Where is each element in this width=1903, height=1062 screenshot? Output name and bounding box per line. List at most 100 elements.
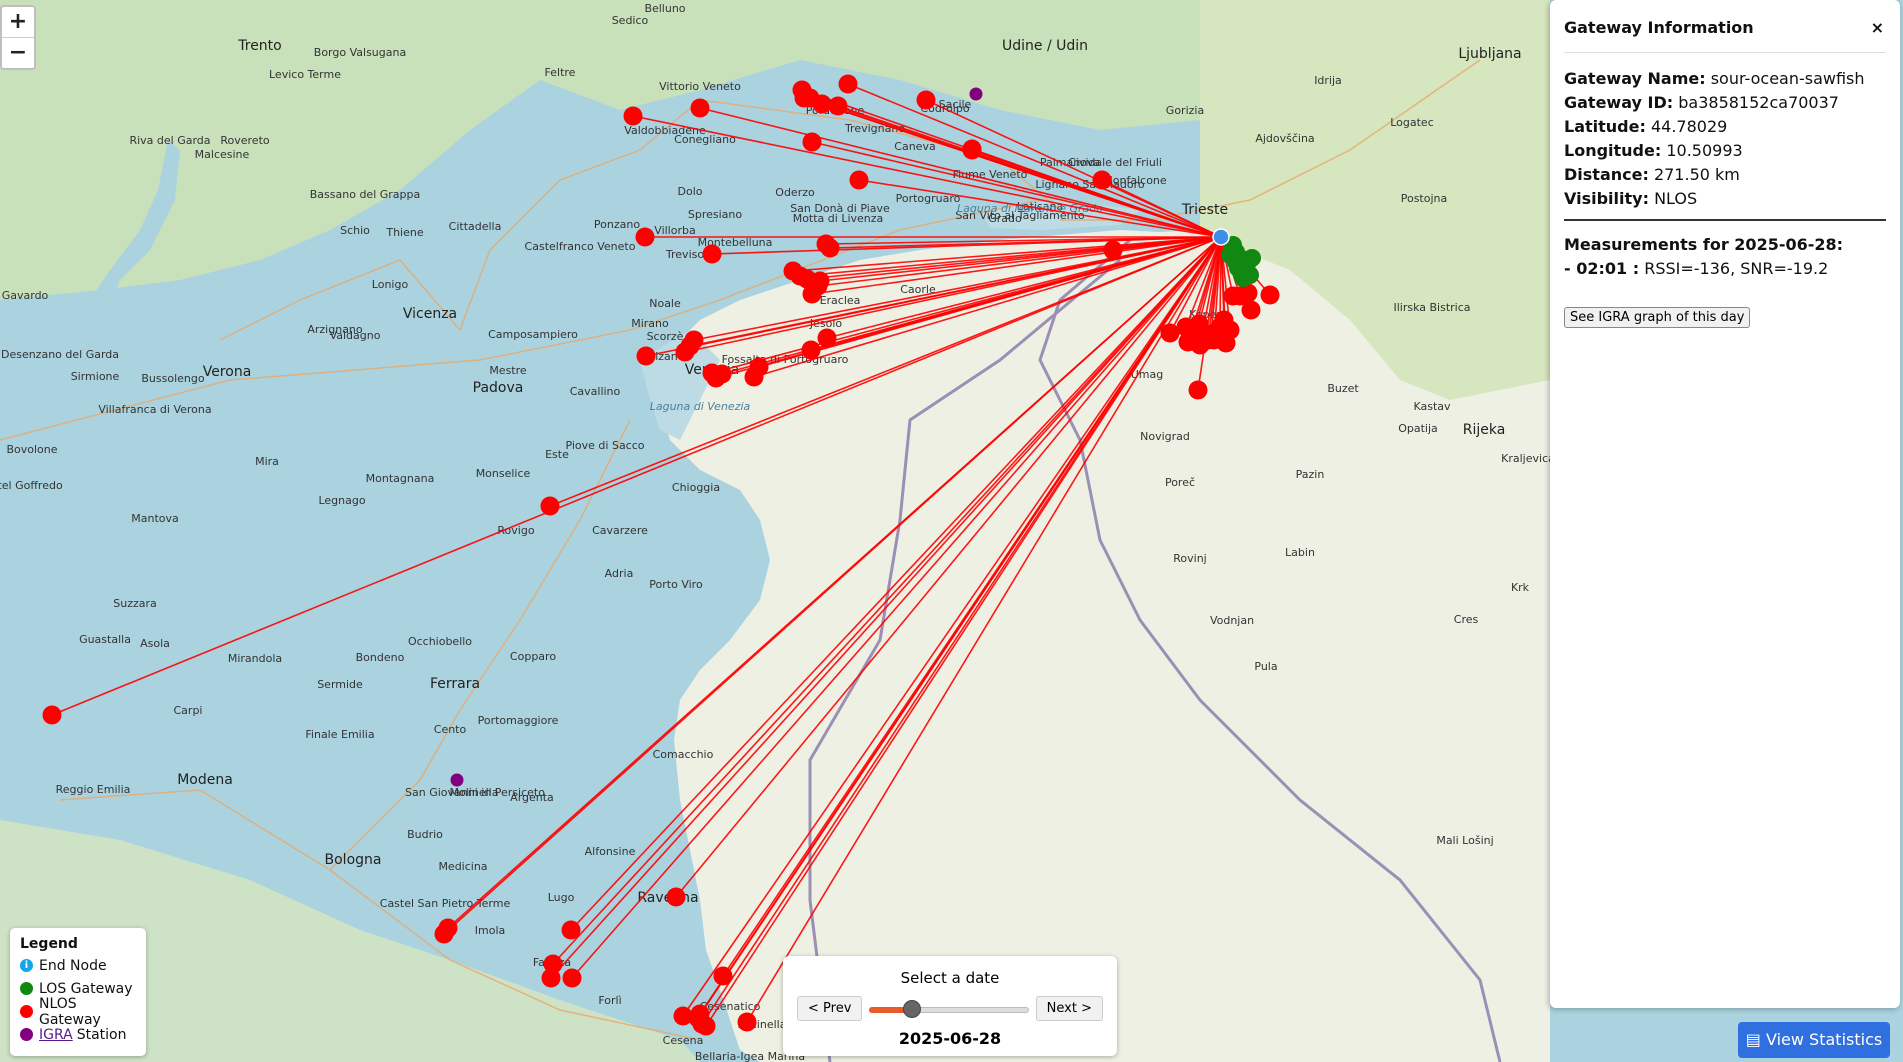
- nlos-gateway-marker[interactable]: [1241, 300, 1261, 320]
- igra-station-marker[interactable]: [450, 773, 464, 787]
- igra-graph-button[interactable]: See IGRA graph of this day: [1564, 307, 1751, 328]
- nlos-dot-icon: [20, 1005, 33, 1018]
- panel-divider-dark: [1564, 219, 1886, 221]
- panel-title: Gateway Information: [1564, 18, 1754, 37]
- place-label: Ponzano: [594, 218, 640, 231]
- place-label: Dolo: [678, 185, 703, 198]
- nlos-gateway-marker[interactable]: [623, 106, 643, 126]
- place-label: Verona: [203, 364, 252, 380]
- nlos-gateway-marker[interactable]: [801, 340, 821, 360]
- nlos-gateway-marker[interactable]: [438, 918, 458, 938]
- nlos-gateway-marker[interactable]: [838, 74, 858, 94]
- zoom-in-button[interactable]: +: [2, 7, 34, 37]
- place-label: Pula: [1254, 660, 1277, 673]
- nlos-gateway-marker[interactable]: [692, 1014, 712, 1034]
- nlos-gateway-marker[interactable]: [1188, 380, 1208, 400]
- info-icon: i: [20, 959, 33, 972]
- place-label: Riva del Garda: [129, 134, 210, 147]
- close-icon[interactable]: ×: [1871, 18, 1884, 37]
- place-label: Vittorio Veneto: [659, 80, 741, 93]
- place-label: Kastav: [1413, 400, 1451, 413]
- end-node-marker[interactable]: [1212, 228, 1230, 246]
- nlos-gateway-marker[interactable]: [684, 330, 704, 350]
- selected-date: 2025-06-28: [898, 1029, 1002, 1048]
- nlos-gateway-marker[interactable]: [1260, 285, 1280, 305]
- place-label: Lonigo: [372, 278, 409, 291]
- place-label: Borgo Valsugana: [314, 46, 406, 59]
- place-label: Opatija: [1398, 422, 1438, 435]
- nlos-gateway-marker[interactable]: [702, 244, 722, 264]
- date-slider[interactable]: [869, 999, 1030, 1018]
- nlos-gateway-marker[interactable]: [666, 887, 686, 907]
- date-selector-label: Select a date: [900, 969, 1000, 987]
- nlos-gateway-marker[interactable]: [810, 271, 830, 291]
- place-label: Finale Emilia: [305, 728, 374, 741]
- nlos-gateway-marker[interactable]: [828, 96, 848, 116]
- place-label: Gorizia: [1166, 104, 1204, 117]
- zoom-out-button[interactable]: −: [2, 37, 34, 68]
- gateway-info-panel: Gateway Information × Gateway Name: sour…: [1550, 0, 1900, 1008]
- nlos-gateway-marker[interactable]: [802, 132, 822, 152]
- gateway-field-label: Latitude:: [1564, 117, 1646, 136]
- nlos-gateway-marker[interactable]: [561, 920, 581, 940]
- place-label: Padova: [473, 380, 524, 396]
- place-label: Schio: [340, 224, 370, 237]
- prev-date-button[interactable]: < Prev: [797, 996, 863, 1021]
- next-date-button[interactable]: Next >: [1035, 996, 1103, 1021]
- nlos-gateway-marker[interactable]: [1220, 320, 1240, 340]
- nlos-gateway-marker[interactable]: [1103, 240, 1123, 260]
- gateway-field-value: 10.50993: [1661, 141, 1743, 160]
- place-label: Noale: [649, 297, 681, 310]
- los-gateway-marker[interactable]: [1227, 253, 1245, 271]
- place-label: Porto Viro: [649, 578, 703, 591]
- place-label: Ilirska Bistrica: [1393, 301, 1470, 314]
- place-label: Cavarzere: [592, 524, 648, 537]
- slider-thumb[interactable]: [903, 999, 922, 1018]
- nlos-gateway-marker[interactable]: [849, 170, 869, 190]
- chart-icon: ▤: [1745, 1030, 1761, 1049]
- nlos-gateway-marker[interactable]: [1201, 324, 1221, 344]
- los-gateway-marker[interactable]: [1243, 249, 1261, 267]
- nlos-gateway-marker[interactable]: [820, 238, 840, 258]
- nlos-gateway-marker[interactable]: [737, 1012, 757, 1032]
- place-label: Villafranca di Verona: [98, 403, 211, 416]
- nlos-gateway-marker[interactable]: [713, 966, 733, 986]
- nlos-gateway-marker[interactable]: [635, 227, 655, 247]
- igra-link[interactable]: IGRA: [39, 1027, 73, 1043]
- place-label: Feltre: [545, 66, 576, 79]
- view-statistics-label: View Statistics: [1766, 1030, 1883, 1049]
- nlos-gateway-marker[interactable]: [749, 357, 769, 377]
- nlos-gateway-marker[interactable]: [42, 705, 62, 725]
- nlos-gateway-marker[interactable]: [540, 496, 560, 516]
- place-label: Mantova: [131, 512, 179, 525]
- view-statistics-button[interactable]: ▤ View Statistics: [1738, 1022, 1890, 1058]
- place-label: Eraclea: [820, 294, 861, 307]
- place-label: Piove di Sacco: [565, 439, 644, 452]
- place-label: Novigrad: [1140, 430, 1190, 443]
- place-label: Mestre: [489, 364, 527, 377]
- nlos-gateway-marker[interactable]: [962, 140, 982, 160]
- gateway-field-4: Distance: 271.50 km: [1564, 163, 1886, 187]
- nlos-gateway-marker[interactable]: [636, 346, 656, 366]
- gateway-field-value: ba3858152ca70037: [1673, 93, 1839, 112]
- nlos-gateway-marker[interactable]: [562, 968, 582, 988]
- place-label: Imola: [475, 924, 506, 937]
- nlos-gateway-marker[interactable]: [817, 328, 837, 348]
- igra-station-marker[interactable]: [969, 87, 983, 101]
- nlos-gateway-marker[interactable]: [800, 88, 820, 108]
- place-label: Thiene: [385, 226, 423, 239]
- place-label: Camposampiero: [488, 328, 578, 341]
- place-label: Ferrara: [430, 676, 480, 692]
- place-label: Postojna: [1401, 192, 1448, 205]
- nlos-gateway-marker[interactable]: [712, 364, 732, 384]
- nlos-gateway-marker[interactable]: [916, 90, 936, 110]
- nlos-gateway-marker[interactable]: [1092, 170, 1112, 190]
- nlos-gateway-marker[interactable]: [543, 954, 563, 974]
- nlos-gateway-marker[interactable]: [690, 98, 710, 118]
- water-label: Laguna di Venezia: [650, 400, 751, 413]
- place-label: Comacchio: [653, 748, 714, 761]
- legend: Legend i End Node LOS Gateway NLOS Gatew…: [10, 928, 146, 1056]
- legend-row-nlos: NLOS Gateway: [20, 996, 136, 1028]
- gateway-field-value: 44.78029: [1645, 117, 1728, 136]
- place-label: Belluno: [644, 2, 685, 15]
